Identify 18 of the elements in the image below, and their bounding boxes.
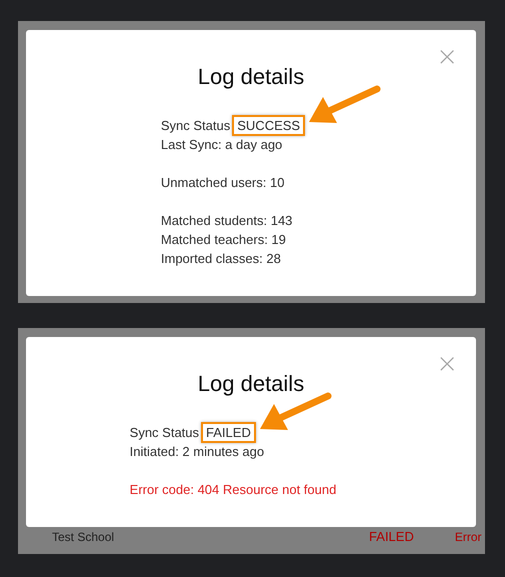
detail-line: Unmatched users: 10 xyxy=(160,174,286,192)
detail-line: Initiated: 2 minutes ago xyxy=(130,443,266,461)
status-value: SUCCESS xyxy=(232,115,306,136)
error-message: Error code: 404 Resource not found xyxy=(130,481,336,499)
status-label: Sync Status xyxy=(130,424,200,442)
error-link[interactable]: Error xyxy=(454,530,482,544)
status-value: FAILED xyxy=(201,422,256,443)
dialog-title: Log details xyxy=(196,371,306,397)
status-text: FAILED xyxy=(368,528,415,546)
close-button[interactable]: × xyxy=(436,44,458,70)
status-label: Sync Status xyxy=(160,117,230,135)
school-name: Test School xyxy=(52,530,114,544)
detail-line: Imported classes: 28 xyxy=(160,250,282,268)
detail-line: Matched students: 143 xyxy=(160,212,294,230)
detail-line: Matched teachers: 19 xyxy=(160,231,287,249)
detail-line: Last Sync: a day ago xyxy=(160,136,284,154)
dialog-title: Log details xyxy=(196,64,306,90)
close-button[interactable]: × xyxy=(436,351,458,377)
